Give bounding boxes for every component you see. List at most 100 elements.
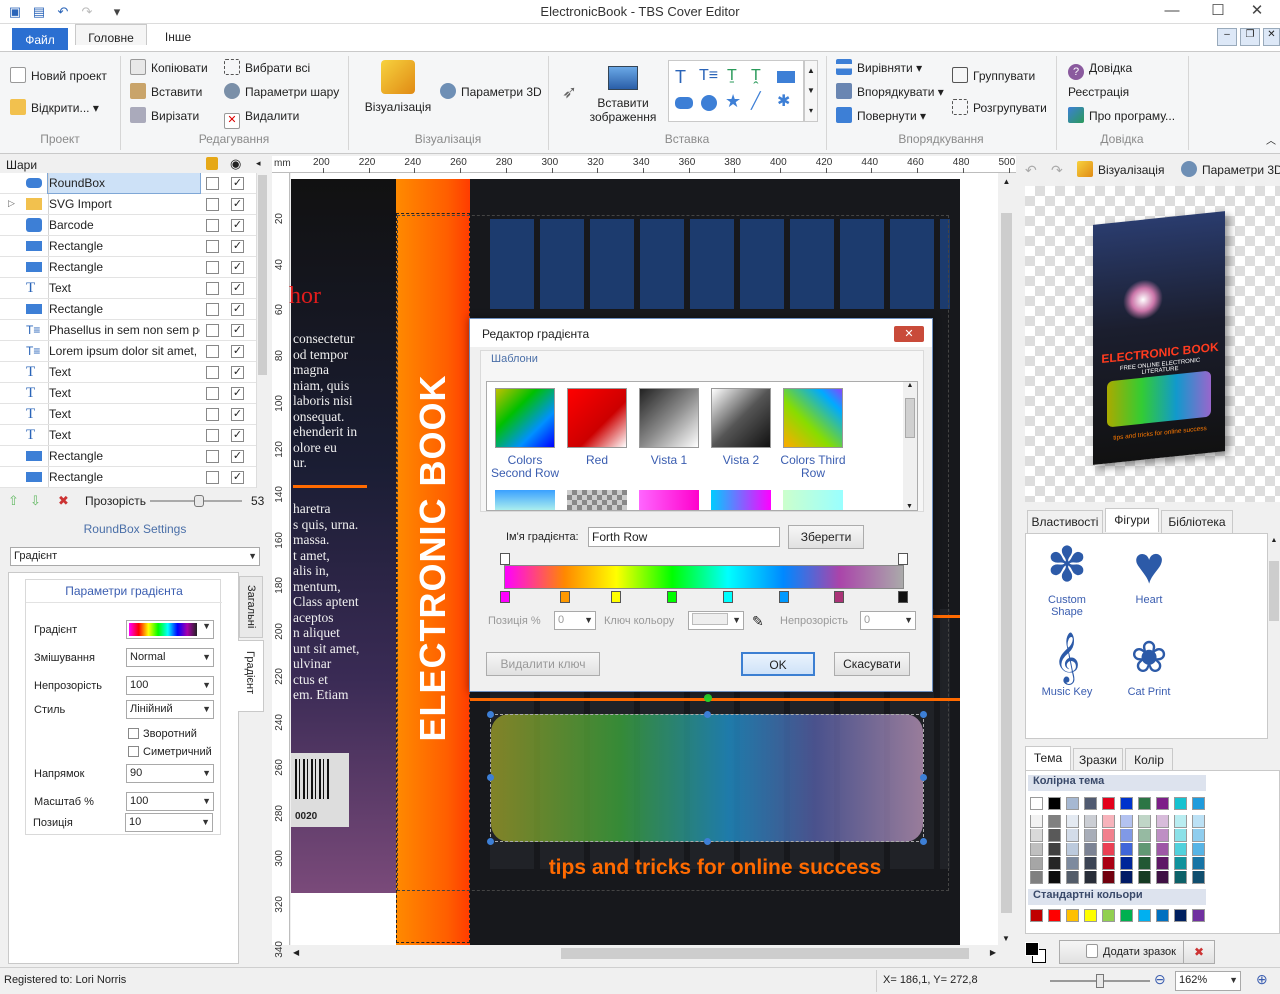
- rotate-handle[interactable]: [704, 694, 712, 702]
- theme-color-shade[interactable]: [1048, 871, 1061, 884]
- cut-button[interactable]: Вирізати: [130, 106, 199, 126]
- theme-color-shade[interactable]: [1192, 871, 1205, 884]
- theme-color-shade[interactable]: [1120, 843, 1133, 856]
- tab-other[interactable]: Інше: [158, 24, 198, 44]
- layer-row[interactable]: ▷ SVG Import ✓: [0, 194, 258, 215]
- register-button[interactable]: Реєстрація: [1068, 82, 1129, 102]
- cancel-button[interactable]: Скасувати: [834, 652, 910, 676]
- theme-color-shade[interactable]: [1192, 829, 1205, 842]
- tab-color[interactable]: Колір: [1125, 748, 1173, 772]
- copy-button[interactable]: Копіювати: [130, 58, 208, 78]
- reverse-checkbox[interactable]: Зворотний: [128, 728, 197, 740]
- layer-lock-checkbox[interactable]: [206, 471, 219, 484]
- theme-color-shade[interactable]: [1102, 843, 1115, 856]
- theme-color-shade[interactable]: [1156, 829, 1169, 842]
- layer-row[interactable]: T Text ✓: [0, 425, 258, 446]
- layer-lock-checkbox[interactable]: [206, 366, 219, 379]
- redo-icon[interactable]: ↷: [1051, 162, 1063, 179]
- undo-icon[interactable]: ↶: [1025, 162, 1037, 179]
- eyedropper-icon[interactable]: ✎: [752, 613, 764, 630]
- tab-properties[interactable]: Властивості: [1027, 510, 1103, 534]
- theme-color-shade[interactable]: [1084, 871, 1097, 884]
- delete-key-button[interactable]: Видалити ключ: [486, 652, 600, 676]
- layer-row[interactable]: Rectangle ✓: [0, 257, 258, 278]
- templates-scroll-thumb[interactable]: [905, 398, 915, 438]
- group-button[interactable]: Группувати: [952, 66, 1035, 86]
- line-tool-icon[interactable]: ╱: [751, 91, 761, 111]
- close-button[interactable]: ✕: [1234, 0, 1280, 24]
- canvas-hscroll-thumb[interactable]: [561, 948, 969, 959]
- visualize-button[interactable]: Візуалізація: [362, 58, 434, 120]
- theme-color-shade[interactable]: [1066, 815, 1079, 828]
- back-text-2[interactable]: haretra s quis, urna. massa. t amet, alis in…: [293, 501, 393, 703]
- order-button[interactable]: Впорядкувати ▾: [836, 82, 944, 102]
- theme-color-shade[interactable]: [1156, 871, 1169, 884]
- resize-handle[interactable]: [487, 838, 494, 845]
- canvas-hscroll[interactable]: ◀ ▶: [291, 945, 998, 962]
- color-stop[interactable]: [559, 591, 570, 603]
- delete-layer-icon[interactable]: ✖: [58, 493, 69, 509]
- template-swatch[interactable]: [711, 490, 771, 510]
- layer-visible-checkbox[interactable]: ✓: [231, 198, 244, 211]
- arc-text-tool-icon[interactable]: Ṯ: [727, 67, 737, 85]
- rectangle-tool-icon[interactable]: [777, 71, 795, 83]
- scroll-left-icon[interactable]: ◀: [293, 948, 299, 957]
- gradient-select[interactable]: ▼: [126, 620, 214, 639]
- layer-row[interactable]: RoundBox ✓: [0, 173, 258, 194]
- canvas-vscroll[interactable]: ▲ ▼: [998, 173, 1015, 945]
- barcode[interactable]: 0020: [291, 753, 349, 827]
- layer-lock-checkbox[interactable]: [206, 261, 219, 274]
- scroll-up-icon[interactable]: ▲: [1268, 537, 1280, 544]
- resize-handle[interactable]: [487, 711, 494, 718]
- star-tool-icon[interactable]: ★: [725, 91, 741, 112]
- color-stop[interactable]: [722, 591, 733, 603]
- resize-handle[interactable]: [704, 838, 711, 845]
- canvas-vscroll-thumb[interactable]: [1001, 213, 1012, 913]
- layer-row[interactable]: T≡ Phasellus in sem non sem porta ✓: [0, 320, 258, 341]
- orange-line[interactable]: [470, 698, 960, 701]
- blend-select[interactable]: Normal ▼: [126, 648, 214, 667]
- ungroup-button[interactable]: Розгрупувати: [952, 98, 1047, 118]
- standard-color-swatch[interactable]: [1156, 909, 1169, 922]
- opacity-slider[interactable]: [150, 495, 242, 507]
- color-stop[interactable]: [500, 591, 510, 603]
- theme-color-swatch[interactable]: [1066, 797, 1079, 810]
- theme-color-shade[interactable]: [1084, 815, 1097, 828]
- template-swatch[interactable]: [639, 490, 699, 510]
- rotate-button[interactable]: Повернути ▾: [836, 106, 926, 126]
- standard-color-swatch[interactable]: [1102, 909, 1115, 922]
- template-item[interactable]: Colors Third Row: [780, 388, 846, 480]
- theme-color-shade[interactable]: [1066, 843, 1079, 856]
- zoom-slider[interactable]: [1050, 974, 1150, 988]
- layer-lock-checkbox[interactable]: [206, 324, 219, 337]
- new-project-button[interactable]: Новий проект: [10, 66, 107, 86]
- layer-row[interactable]: T Text ✓: [0, 362, 258, 383]
- shape-cat-print[interactable]: ❀ Cat Print: [1114, 630, 1184, 698]
- layer-visible-checkbox[interactable]: ✓: [231, 261, 244, 274]
- theme-color-shade[interactable]: [1192, 815, 1205, 828]
- theme-color-shade[interactable]: [1138, 871, 1151, 884]
- shape-music-key[interactable]: 𝄞 Music Key: [1032, 630, 1102, 698]
- align-button[interactable]: Вирівняти ▾: [836, 58, 922, 78]
- layer-lock-checkbox[interactable]: [206, 450, 219, 463]
- tab-theme[interactable]: Тема: [1025, 746, 1071, 770]
- template-swatch[interactable]: [567, 490, 627, 510]
- theme-color-shade[interactable]: [1192, 843, 1205, 856]
- scroll-down-icon[interactable]: ▼: [906, 503, 913, 510]
- theme-color-shade[interactable]: [1156, 843, 1169, 856]
- insert-image-button[interactable]: Вставити зображення: [588, 62, 658, 132]
- resize-handle[interactable]: [920, 838, 927, 845]
- tab-library[interactable]: Бібліотека: [1161, 510, 1233, 534]
- tagline[interactable]: tips and tricks for online success: [470, 856, 960, 880]
- theme-color-shade[interactable]: [1120, 829, 1133, 842]
- mdi-close-button[interactable]: ✕: [1263, 28, 1280, 46]
- standard-color-swatch[interactable]: [1048, 909, 1061, 922]
- opacity-stop[interactable]: [500, 553, 510, 565]
- color-stop[interactable]: [898, 591, 908, 603]
- standard-color-swatch[interactable]: [1174, 909, 1187, 922]
- delete-sample-button[interactable]: ✖: [1183, 940, 1215, 964]
- orange-line-short[interactable]: [931, 615, 961, 618]
- layer-visible-checkbox[interactable]: ✓: [231, 303, 244, 316]
- pointer-icon[interactable]: ➶: [562, 82, 577, 103]
- resize-handle[interactable]: [487, 774, 494, 781]
